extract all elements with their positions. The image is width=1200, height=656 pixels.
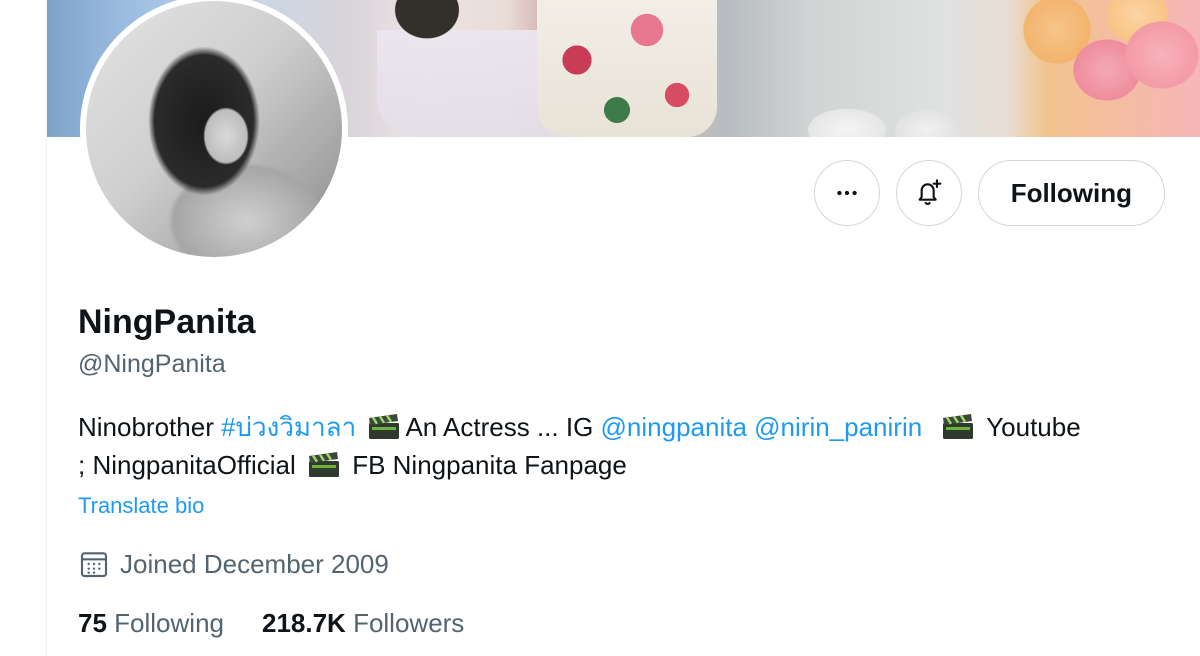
followers-count: 218.7K (261, 608, 346, 638)
join-date-text: Joined December 2009 (120, 548, 389, 579)
follow-stats: 75 Following 218.7K Followers (78, 608, 464, 639)
profile-card: Following NingPanita @NingPanita Ninobro… (46, 0, 1200, 656)
following-button[interactable]: Following (977, 160, 1165, 226)
bio-text: An Actress ... IG (405, 412, 601, 442)
notify-button[interactable] (895, 160, 962, 226)
username-handle: @NingPanita (78, 350, 226, 378)
bio-text: Youtube (979, 412, 1081, 442)
translate-bio-link[interactable]: Translate bio (78, 493, 204, 519)
followers-label: Followers (353, 608, 465, 638)
hashtag-link[interactable]: #บ่วงวิมาลา (221, 412, 356, 442)
bio-text: Ninobrother (78, 412, 222, 442)
avatar[interactable] (80, 0, 348, 263)
mention-link[interactable]: @ningpanita (601, 412, 747, 442)
display-name: NingPanita (78, 303, 256, 341)
bell-plus-icon (918, 179, 942, 205)
banner-floral-dress (537, 0, 717, 137)
bio-text: FB Ningpanita Fanpage (344, 450, 627, 480)
clapper-board-icon (308, 452, 339, 477)
followers-count-link[interactable]: 218.7K Followers (262, 608, 464, 639)
left-gutter (0, 0, 46, 656)
bio-text: ; NingpanitaOfficial (78, 450, 303, 480)
clapper-board-icon (943, 414, 974, 439)
profile-bio: Ninobrother #บ่วงวิมาลา An Actress ... I… (78, 408, 1178, 484)
more-button[interactable] (813, 160, 880, 226)
calendar-icon (80, 552, 108, 578)
following-count-link[interactable]: 75 Following (78, 608, 224, 639)
avatar-image (86, 1, 342, 257)
following-label: Following (114, 608, 224, 638)
profile-actions: Following (813, 160, 1165, 226)
mention-link[interactable]: @nirin_panirin (754, 412, 922, 442)
join-date: Joined December 2009 (78, 548, 389, 580)
following-count: 75 (78, 608, 107, 638)
more-horizontal-icon (836, 190, 857, 196)
clapper-board-icon (369, 414, 400, 439)
